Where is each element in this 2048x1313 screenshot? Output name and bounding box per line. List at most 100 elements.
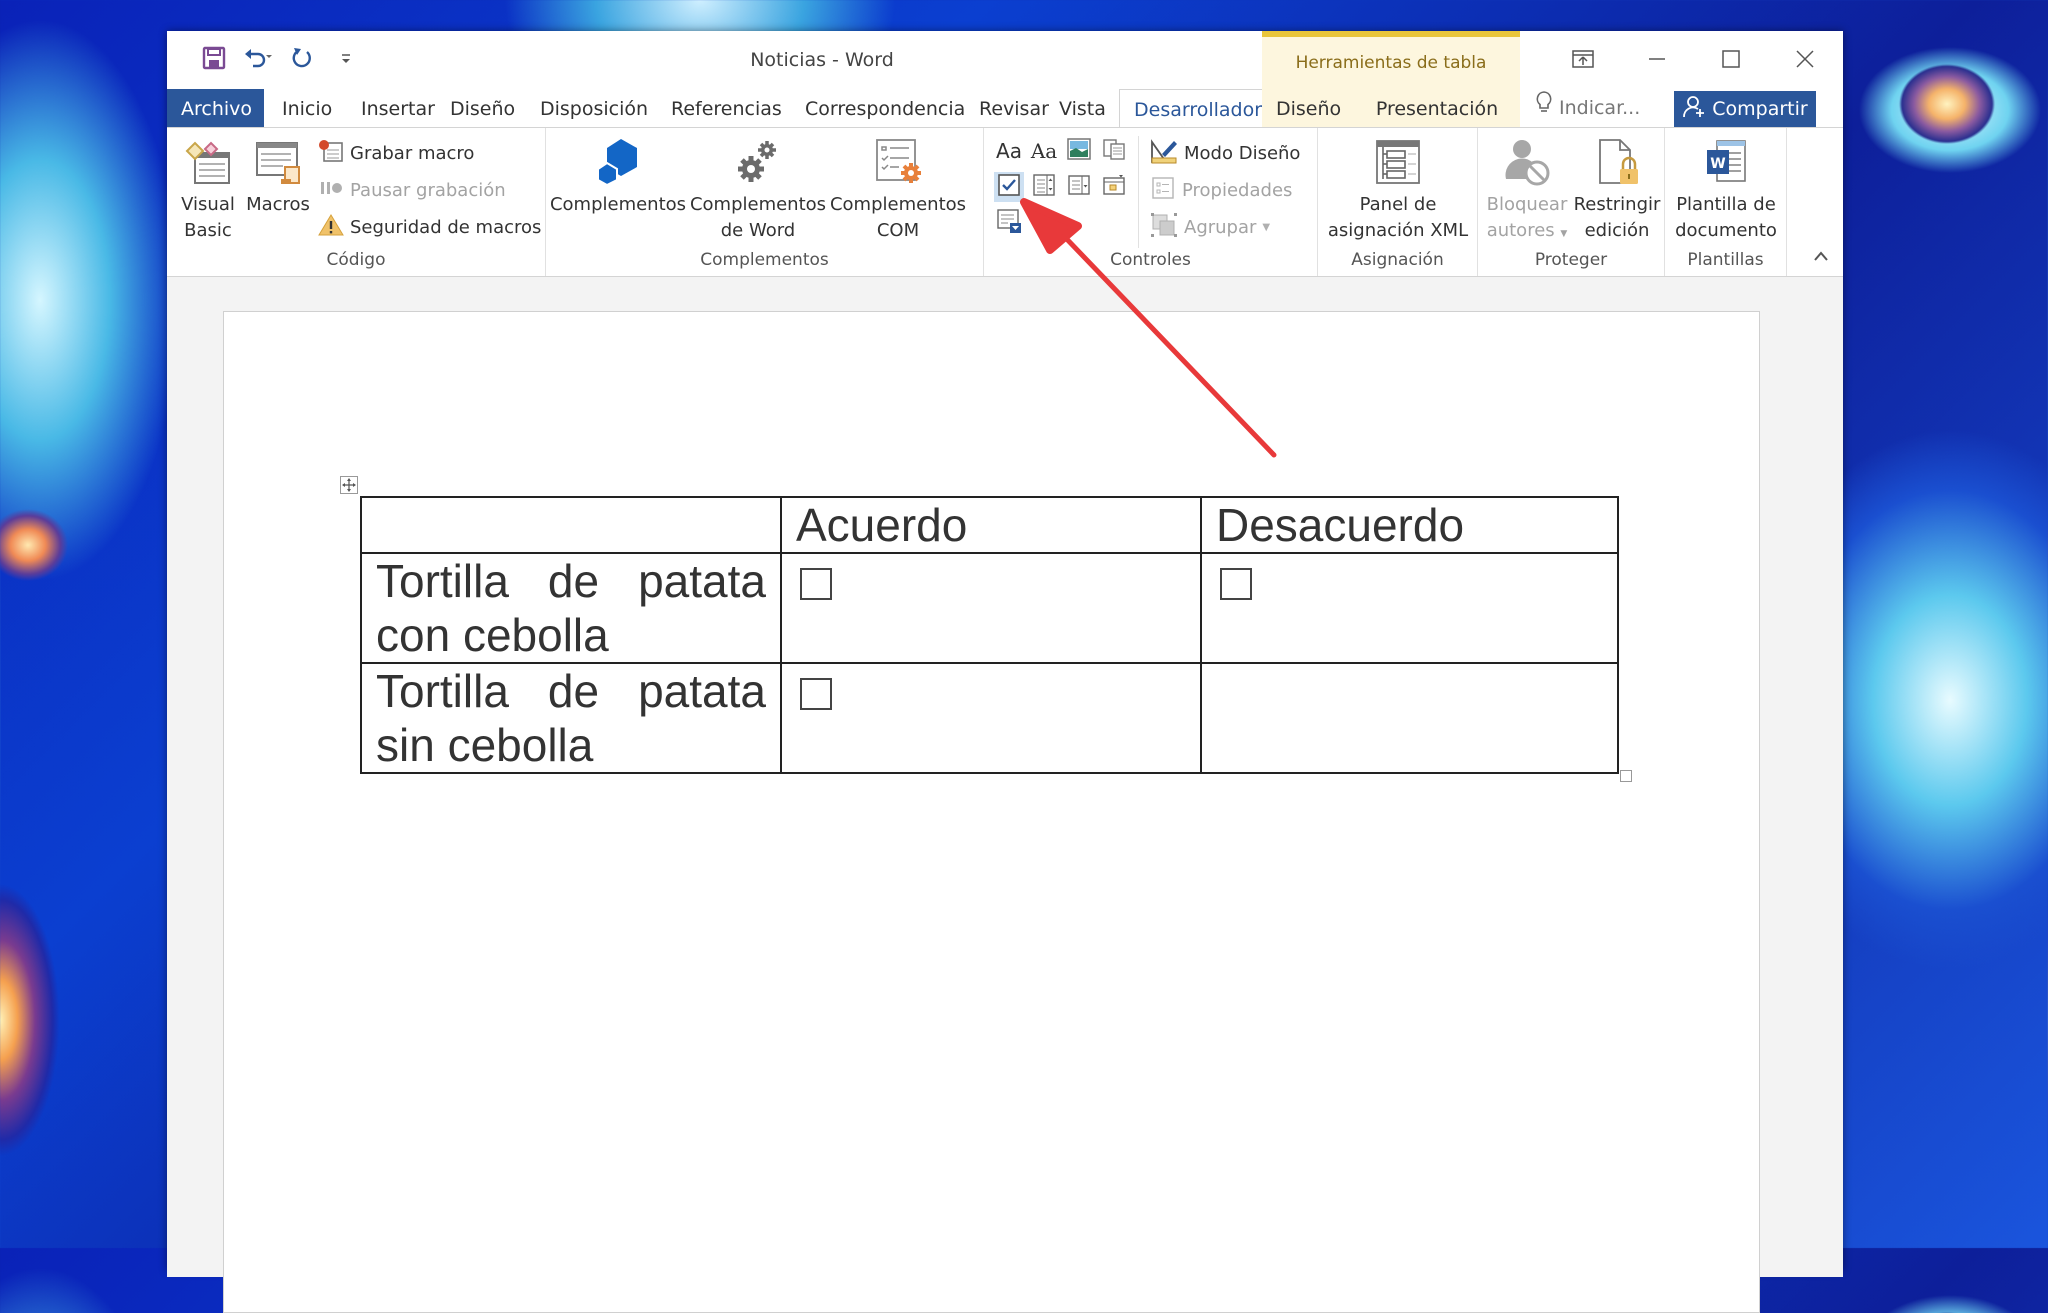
share-label: Compartir bbox=[1712, 98, 1808, 120]
group-controles: Aa Aa Modo Diseño Propiedades Agrupar ▼ … bbox=[984, 128, 1318, 276]
group-proteger: Bloquear autores ▼ Restringir edición Pr… bbox=[1478, 128, 1665, 276]
tab-desarrollador[interactable]: Desarrollador bbox=[1119, 89, 1278, 128]
building-block-gallery-control[interactable] bbox=[1099, 136, 1129, 166]
plain-text-content-control[interactable]: Aa bbox=[1029, 136, 1059, 166]
group-complementos: Complementos Complementos de Word Comple… bbox=[546, 128, 984, 276]
checkbox-content-control[interactable] bbox=[800, 568, 832, 600]
tell-me-placeholder: Indicar... bbox=[1559, 97, 1641, 119]
tell-me-search[interactable]: Indicar... bbox=[1535, 89, 1640, 127]
ribbon-tabs: Archivo Inicio Insertar Diseño Disposici… bbox=[167, 89, 1843, 128]
gears-icon bbox=[732, 136, 784, 188]
complementos-word-button[interactable]: Complementos de Word bbox=[688, 136, 828, 244]
survey-table: Acuerdo Desacuerdo Tortilla de patata co… bbox=[360, 496, 1619, 774]
combo-box-content-control[interactable] bbox=[1029, 172, 1059, 202]
checkbox-content-control[interactable] bbox=[800, 678, 832, 710]
complementos-label: Complementos bbox=[549, 194, 687, 215]
group-plantillas: W Plantilla de documento Plantillas bbox=[1665, 128, 1787, 276]
group-label-controles: Controles bbox=[1110, 250, 1191, 270]
bloquear-autores-text-2: autores bbox=[1486, 220, 1555, 241]
seguridad-macros-button[interactable]: Seguridad de macros bbox=[318, 212, 541, 242]
table-move-handle[interactable] bbox=[340, 476, 358, 494]
tab-inicio[interactable]: Inicio bbox=[268, 89, 346, 127]
desacuerdo-cell[interactable] bbox=[1200, 552, 1619, 664]
complementos-com-label-1: Complementos bbox=[829, 194, 967, 215]
bloquear-autores-label-2: autores ▼ bbox=[1487, 218, 1568, 247]
grabar-macro-button[interactable]: Grabar macro bbox=[318, 138, 474, 168]
collapse-ribbon-icon[interactable] bbox=[1813, 247, 1829, 266]
check-box-content-control[interactable] bbox=[994, 172, 1024, 202]
agrupar-button[interactable]: Agrupar ▼ bbox=[1150, 212, 1270, 242]
row-label-cell[interactable]: Tortilla de patata sin cebolla bbox=[360, 662, 782, 774]
modo-diseno-button[interactable]: Modo Diseño bbox=[1150, 138, 1300, 168]
pause-record-icon bbox=[318, 178, 344, 203]
tab-insertar[interactable]: Insertar bbox=[347, 89, 449, 127]
close-icon[interactable] bbox=[1777, 39, 1833, 79]
grabar-macro-label: Grabar macro bbox=[350, 142, 475, 164]
legacy-tools-control[interactable] bbox=[994, 208, 1024, 238]
visual-basic-label-2: Basic bbox=[184, 220, 232, 241]
macros-icon bbox=[252, 136, 304, 188]
table-row: Tortilla de patata sin cebolla bbox=[360, 662, 1619, 774]
propiedades-label: Propiedades bbox=[1182, 179, 1293, 201]
group-label-codigo: Código bbox=[326, 250, 386, 270]
bloquear-autores-button[interactable]: Bloquear autores ▼ bbox=[1482, 136, 1572, 247]
record-macro-icon bbox=[318, 139, 344, 168]
complementos-com-button[interactable]: Complementos COM bbox=[828, 136, 968, 244]
table-header-row: Acuerdo Desacuerdo bbox=[360, 496, 1619, 554]
restringir-edicion-button[interactable]: Restringir edición bbox=[1572, 136, 1662, 244]
panel-asignacion-xml-button[interactable]: Panel de asignación XML bbox=[1322, 136, 1474, 244]
document-page[interactable] bbox=[223, 311, 1760, 1313]
propiedades-button[interactable]: Propiedades bbox=[1150, 175, 1292, 205]
lightbulb-icon bbox=[1535, 88, 1553, 128]
minimize-icon[interactable] bbox=[1629, 39, 1685, 79]
header-cell-empty[interactable] bbox=[360, 496, 782, 554]
header-cell-acuerdo[interactable]: Acuerdo bbox=[780, 496, 1202, 554]
group-icon bbox=[1150, 212, 1178, 243]
tab-vista[interactable]: Vista bbox=[1045, 89, 1120, 127]
window-controls bbox=[1555, 39, 1833, 79]
seguridad-macros-label: Seguridad de macros bbox=[350, 216, 542, 238]
move-arrows-icon bbox=[342, 478, 356, 492]
group-label-plantillas: Plantillas bbox=[1687, 250, 1764, 270]
tab-archivo[interactable]: Archivo bbox=[167, 89, 264, 127]
acuerdo-cell[interactable] bbox=[780, 662, 1202, 774]
table-resize-handle[interactable] bbox=[1620, 770, 1632, 782]
group-label-asignacion: Asignación bbox=[1351, 250, 1444, 270]
com-addins-icon bbox=[872, 136, 924, 188]
macros-button[interactable]: Macros bbox=[243, 136, 313, 218]
person-add-icon bbox=[1682, 95, 1706, 124]
tab-table-presentacion[interactable]: Presentación bbox=[1354, 89, 1520, 127]
group-label-proteger: Proteger bbox=[1534, 250, 1608, 270]
tab-referencias[interactable]: Referencias bbox=[657, 89, 796, 127]
picture-content-control[interactable] bbox=[1064, 136, 1094, 166]
ribbon-display-options-icon[interactable] bbox=[1555, 39, 1611, 79]
bloquear-autores-label-1: Bloquear bbox=[1486, 194, 1568, 215]
share-button[interactable]: Compartir bbox=[1674, 91, 1816, 127]
header-cell-desacuerdo[interactable]: Desacuerdo bbox=[1200, 496, 1619, 554]
visual-basic-button[interactable]: Visual Basic bbox=[177, 136, 239, 244]
tab-diseno[interactable]: Diseño bbox=[436, 89, 529, 127]
tab-disposicion[interactable]: Disposición bbox=[526, 89, 662, 127]
properties-icon bbox=[1150, 176, 1176, 205]
document-area bbox=[167, 277, 1843, 1313]
tab-correspondencia[interactable]: Correspondencia bbox=[791, 89, 979, 127]
date-picker-content-control[interactable] bbox=[1099, 172, 1129, 202]
acuerdo-cell[interactable] bbox=[780, 552, 1202, 664]
maximize-icon[interactable] bbox=[1703, 39, 1759, 79]
restrict-editing-icon bbox=[1591, 136, 1643, 188]
checkbox-content-control[interactable] bbox=[1220, 568, 1252, 600]
drop-down-list-content-control[interactable] bbox=[1064, 172, 1094, 202]
pausar-grabacion-label: Pausar grabación bbox=[350, 179, 506, 201]
combo-box-icon bbox=[1032, 173, 1056, 201]
table-row: Tortilla de patata con cebolla bbox=[360, 552, 1619, 664]
rich-text-content-control[interactable]: Aa bbox=[994, 136, 1024, 166]
row-label-cell[interactable]: Tortilla de patata con cebolla bbox=[360, 552, 782, 664]
complementos-button[interactable]: Complementos bbox=[548, 136, 688, 218]
tab-table-diseno[interactable]: Diseño bbox=[1262, 89, 1354, 127]
panel-xml-label-1: Panel de bbox=[1359, 194, 1437, 215]
macros-label: Macros bbox=[246, 194, 310, 215]
desacuerdo-cell[interactable] bbox=[1200, 662, 1619, 774]
pausar-grabacion-button[interactable]: Pausar grabación bbox=[318, 175, 506, 205]
complementos-word-label-1: Complementos bbox=[689, 194, 827, 215]
plantilla-documento-button[interactable]: W Plantilla de documento bbox=[1669, 136, 1783, 244]
